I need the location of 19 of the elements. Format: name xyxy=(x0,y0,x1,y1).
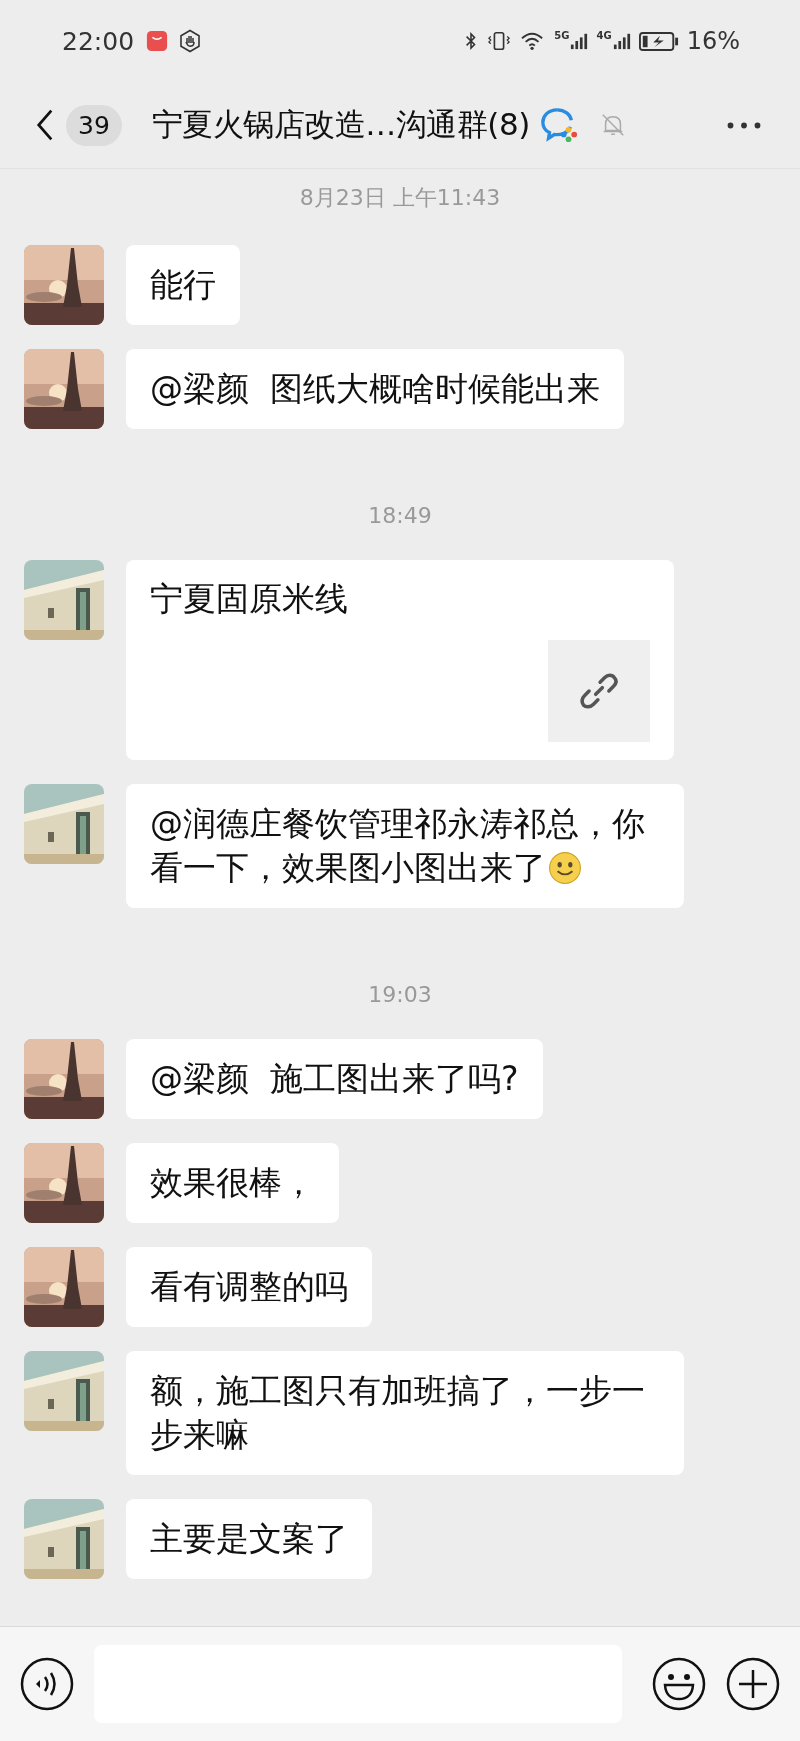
link-card[interactable]: 宁夏固原米线 xyxy=(126,560,674,760)
battery-level: 16% xyxy=(686,27,740,55)
status-time: 22:00 xyxy=(62,26,135,56)
message-bubble: 效果很棒， xyxy=(126,1143,339,1223)
timestamp: 8月23日 上午11:43 xyxy=(299,184,501,212)
chat-title: 宁夏火锅店改造…沟通群(8) xyxy=(151,105,530,144)
message-bubble: 看有调整的吗 xyxy=(126,1247,372,1327)
unread-count: 39 xyxy=(66,104,122,146)
message-bubble: 主要是文案了 xyxy=(126,1499,372,1579)
message-bubble: @梁颜 施工图出来了吗? xyxy=(126,1039,543,1119)
link-title: 宁夏固原米线 xyxy=(150,578,349,620)
message-bubble: @梁颜 图纸大概啥时候能出来 xyxy=(126,349,624,429)
network-label: 4G xyxy=(596,31,612,41)
message-bubble: @润德庄餐饮管理祁永涛祁总，你看一下，效果图小图出来了 xyxy=(126,784,684,908)
message-bubble: 能行 xyxy=(126,245,240,325)
message-bubble: 额，施工图只有加班搞了，一步一步来嘛 xyxy=(126,1351,684,1475)
timestamp: 18:49 xyxy=(368,503,432,528)
network-label: 5G xyxy=(554,31,570,41)
timestamp: 19:03 xyxy=(368,982,432,1007)
